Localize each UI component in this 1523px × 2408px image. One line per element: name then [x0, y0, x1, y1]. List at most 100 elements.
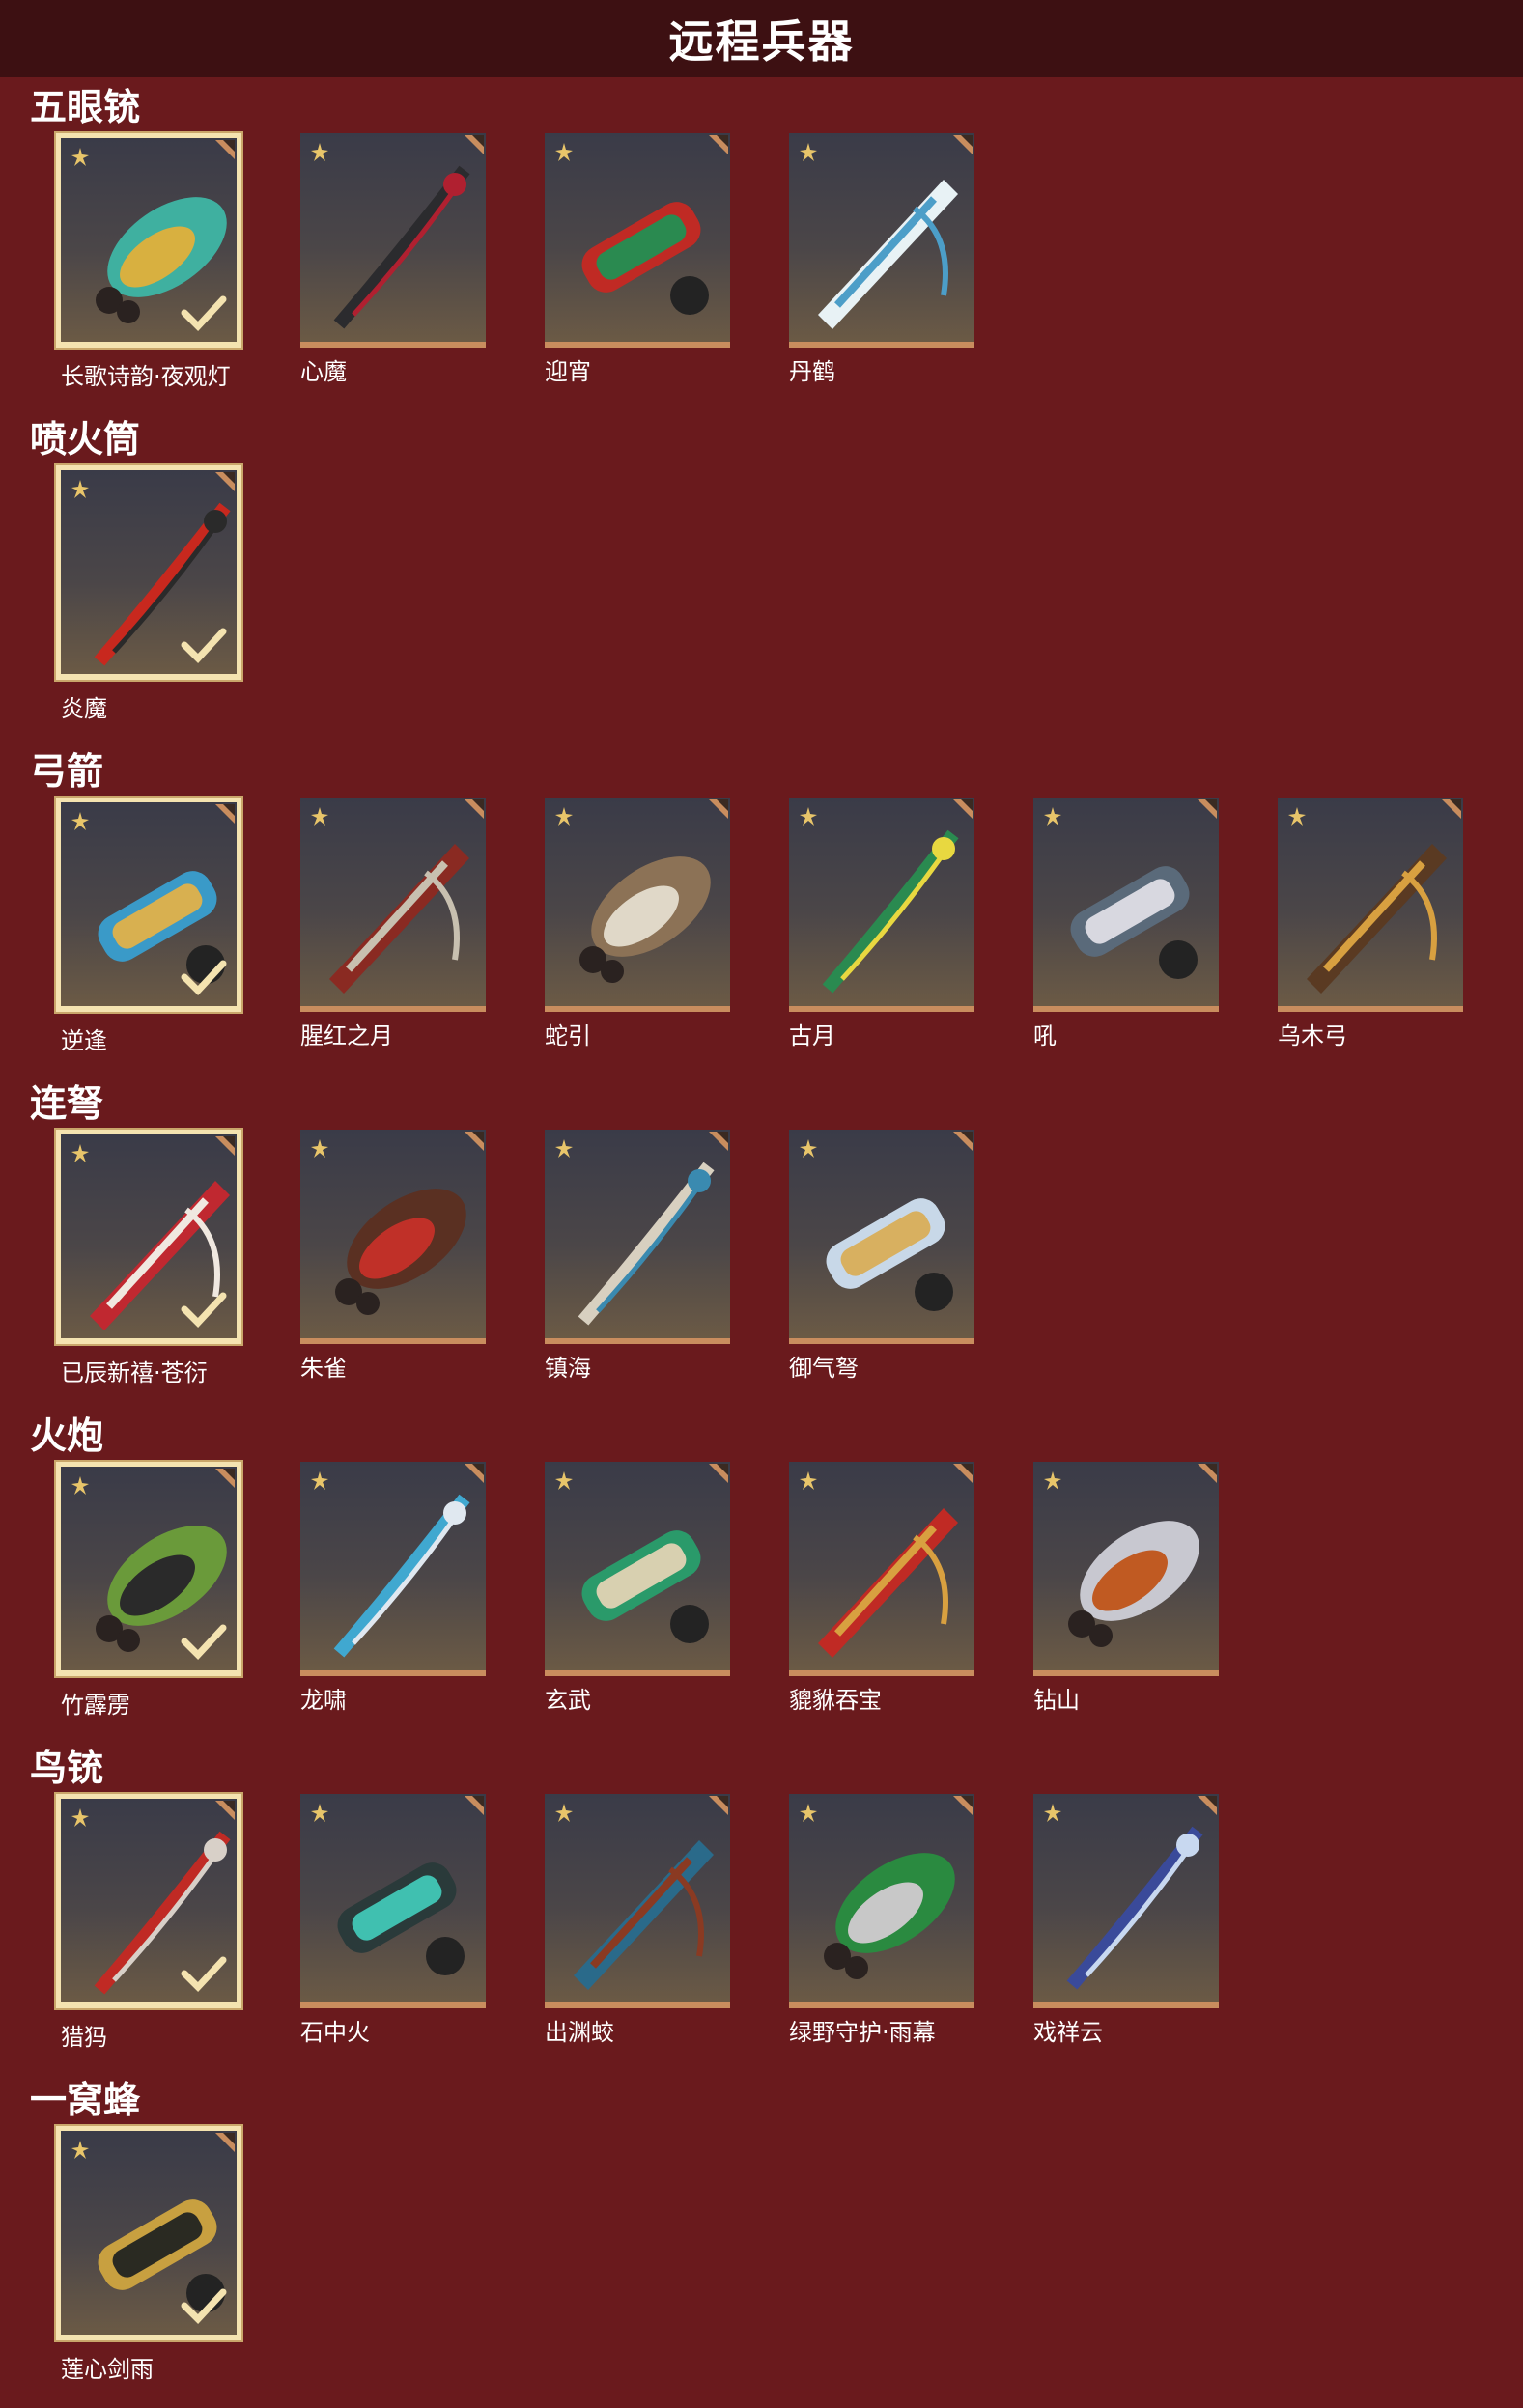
weapon-name: 逆逢	[61, 1027, 107, 1054]
corner-tag-icon	[953, 1132, 973, 1151]
star-icon	[800, 143, 817, 161]
weapon-image	[822, 829, 959, 994]
star-icon	[1288, 807, 1306, 826]
weapon-card[interactable]: 吼	[1033, 798, 1219, 1050]
weapon-card[interactable]: 石中火	[300, 1794, 486, 2046]
weapon-image	[333, 1494, 470, 1658]
weapon-name: 蛇引	[545, 1022, 591, 1050]
check-icon	[181, 295, 227, 332]
corner-tag-icon	[215, 804, 235, 824]
section-title: 弓箭	[30, 750, 104, 793]
weapon-image	[574, 1840, 714, 1990]
corner-tag-icon	[1198, 1464, 1217, 1483]
weapon-name: 出渊蛟	[545, 2019, 614, 2046]
section-title: 鸟铳	[30, 1747, 104, 1789]
weapon-section: 弓箭 逆逢 腥红之月 蛇引 古月 吼 乌木弓	[0, 747, 1523, 1079]
star-icon	[71, 2141, 89, 2159]
weapon-image	[337, 1862, 465, 1975]
corner-tag-icon	[215, 140, 235, 159]
corner-tag-icon	[215, 472, 235, 491]
corner-tag-icon	[465, 1132, 484, 1151]
check-icon	[181, 960, 227, 996]
weapon-section: 鸟铳 猎犸 石中火 出渊蛟 绿野守护·雨幕 戏祥云	[0, 1744, 1523, 2076]
weapon-name: 心魔	[300, 358, 347, 385]
corner-tag-icon	[709, 1132, 728, 1151]
weapon-image	[333, 165, 470, 329]
weapon-card[interactable]: 御气弩	[789, 1130, 974, 1382]
section-title: 五眼铳	[30, 86, 141, 128]
weapon-card[interactable]: 逆逢	[56, 798, 241, 1054]
corner-tag-icon	[1198, 799, 1217, 819]
weapon-card[interactable]: 古月	[789, 798, 974, 1050]
star-icon	[71, 1808, 89, 1827]
weapon-name: 御气弩	[789, 1355, 859, 1382]
weapon-image	[335, 1189, 466, 1315]
star-icon	[71, 812, 89, 830]
weapon-card[interactable]: 戏祥云	[1033, 1794, 1219, 2046]
corner-tag-icon	[709, 135, 728, 154]
weapon-card[interactable]: 钻山	[1033, 1462, 1219, 1714]
weapon-card[interactable]: 乌木弓	[1278, 798, 1463, 1050]
weapon-image	[1068, 1521, 1199, 1647]
weapon-card[interactable]: 心魔	[300, 133, 486, 385]
weapon-image	[579, 856, 711, 983]
weapon-name: 长歌诗韵·夜观灯	[61, 363, 231, 390]
corner-tag-icon	[953, 135, 973, 154]
weapon-card[interactable]: 龙啸	[300, 1462, 486, 1714]
weapon-name: 竹霹雳	[61, 1692, 130, 1719]
weapon-name: 貔貅吞宝	[789, 1687, 882, 1714]
section-title: 火炮	[30, 1414, 104, 1457]
star-icon	[800, 1804, 817, 1822]
weapon-card[interactable]: 貔貅吞宝	[789, 1462, 974, 1714]
page-header: 远程兵器	[0, 0, 1523, 77]
weapon-card[interactable]: 玄武	[545, 1462, 730, 1714]
weapon-card[interactable]: 镇海	[545, 1130, 730, 1382]
weapon-name: 丹鹤	[789, 358, 835, 385]
check-icon	[181, 1624, 227, 1661]
star-icon	[555, 807, 573, 826]
weapon-card[interactable]: 长歌诗韵·夜观灯	[56, 133, 241, 390]
weapon-card[interactable]: 猎犸	[56, 1794, 241, 2051]
weapon-image	[826, 1198, 953, 1311]
weapon-card[interactable]: 绿野守护·雨幕	[789, 1794, 974, 2046]
weapon-card[interactable]: 竹霹雳	[56, 1462, 241, 1719]
weapon-image	[1066, 1826, 1203, 1990]
weapon-name: 莲心剑雨	[61, 2356, 154, 2383]
weapon-card[interactable]: 朱雀	[300, 1130, 486, 1382]
star-icon	[555, 1471, 573, 1490]
corner-tag-icon	[215, 1801, 235, 1820]
star-icon	[1044, 1804, 1061, 1822]
weapon-card[interactable]: 莲心剑雨	[56, 2126, 241, 2383]
weapon-section: 喷火筒 炎魔	[0, 415, 1523, 747]
star-icon	[555, 1804, 573, 1822]
weapon-name: 镇海	[545, 1355, 591, 1382]
star-icon	[71, 1144, 89, 1162]
weapon-image	[824, 1853, 955, 1979]
weapon-card[interactable]: 已辰新禧·苍衍	[56, 1130, 241, 1386]
weapon-image	[1070, 866, 1198, 979]
section-title: 连弩	[30, 1082, 104, 1125]
corner-tag-icon	[215, 2133, 235, 2152]
corner-tag-icon	[953, 799, 973, 819]
star-icon	[311, 143, 328, 161]
weapon-card[interactable]: 丹鹤	[789, 133, 974, 385]
page-title: 远程兵器	[668, 15, 855, 68]
weapon-section: 火炮 竹霹雳 龙啸 玄武 貔貅吞宝 钻山	[0, 1412, 1523, 1744]
star-icon	[800, 807, 817, 826]
weapon-card[interactable]: 蛇引	[545, 798, 730, 1050]
weapon-card[interactable]: 出渊蛟	[545, 1794, 730, 2046]
corner-tag-icon	[709, 799, 728, 819]
weapon-card[interactable]: 腥红之月	[300, 798, 486, 1050]
check-icon	[181, 2288, 227, 2325]
star-icon	[71, 148, 89, 166]
check-icon	[181, 1292, 227, 1329]
corner-tag-icon	[709, 1464, 728, 1483]
weapon-card[interactable]: 迎宵	[545, 133, 730, 385]
weapon-card[interactable]: 炎魔	[56, 465, 241, 722]
star-icon	[800, 1139, 817, 1158]
corner-tag-icon	[465, 1464, 484, 1483]
weapon-section: 一窝蜂 莲心剑雨	[0, 2076, 1523, 2408]
weapon-image	[818, 180, 958, 329]
weapon-image	[581, 202, 709, 315]
weapon-name: 吼	[1033, 1022, 1057, 1050]
